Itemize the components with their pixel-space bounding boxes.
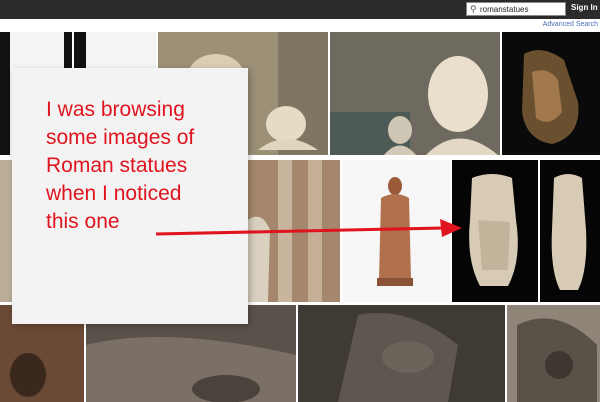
red-arrow-icon — [155, 219, 462, 237]
